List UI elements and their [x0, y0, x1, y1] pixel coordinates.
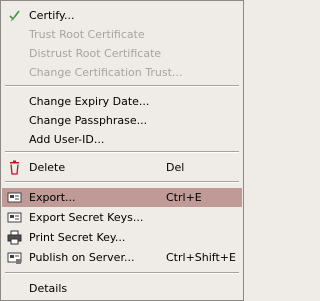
key-card-icon — [7, 190, 22, 205]
context-menu: Certify... Trust Root Certificate Distru… — [0, 0, 244, 301]
menu-item-change-certification-trust[interactable]: Change Certification Trust... — [2, 63, 242, 82]
publish-key-icon — [7, 250, 22, 265]
menu-item-distrust-root-certificate[interactable]: Distrust Root Certificate — [2, 44, 242, 63]
menu-item-print-secret-key[interactable]: Print Secret Key... — [2, 228, 242, 247]
menu-separator — [5, 151, 239, 153]
menu-item-shortcut: Ctrl+E — [166, 191, 202, 204]
menu-item-publish-on-server[interactable]: Publish on Server... Ctrl+Shift+E — [2, 248, 242, 267]
menu-item-label: Add User-ID... — [29, 133, 105, 146]
menu-item-export[interactable]: Export... Ctrl+E — [2, 188, 242, 207]
menu-item-label: Publish on Server... — [29, 251, 135, 264]
menu-item-delete[interactable]: Delete Del — [2, 158, 242, 177]
menu-item-export-secret-keys[interactable]: Export Secret Keys... — [2, 208, 242, 227]
menu-item-add-user-id[interactable]: Add User-ID... — [2, 130, 242, 149]
menu-item-shortcut: Ctrl+Shift+E — [166, 251, 236, 264]
certify-icon — [7, 8, 22, 23]
menu-item-label: Change Passphrase... — [29, 114, 148, 127]
menu-item-label: Certify... — [29, 9, 75, 22]
menu-item-label: Delete — [29, 161, 66, 174]
menu-item-label: Change Certification Trust... — [29, 66, 183, 79]
menu-item-details[interactable]: Details — [2, 279, 242, 298]
trash-icon — [7, 160, 22, 175]
menu-item-change-passphrase[interactable]: Change Passphrase... — [2, 111, 242, 130]
menu-item-label: Trust Root Certificate — [29, 28, 145, 41]
menu-separator — [5, 85, 239, 87]
menu-item-certify[interactable]: Certify... — [2, 6, 242, 25]
menu-item-label: Print Secret Key... — [29, 231, 126, 244]
menu-item-label: Details — [29, 282, 68, 295]
key-card-icon — [7, 210, 22, 225]
menu-separator — [5, 272, 239, 274]
menu-item-change-expiry-date[interactable]: Change Expiry Date... — [2, 92, 242, 111]
menu-item-shortcut: Del — [166, 161, 185, 174]
menu-item-trust-root-certificate[interactable]: Trust Root Certificate — [2, 25, 242, 44]
menu-item-label: Export... — [29, 191, 76, 204]
menu-separator — [5, 181, 239, 183]
printer-icon — [7, 230, 22, 245]
menu-item-label: Change Expiry Date... — [29, 95, 150, 108]
menu-item-label: Distrust Root Certificate — [29, 47, 162, 60]
menu-item-label: Export Secret Keys... — [29, 211, 144, 224]
